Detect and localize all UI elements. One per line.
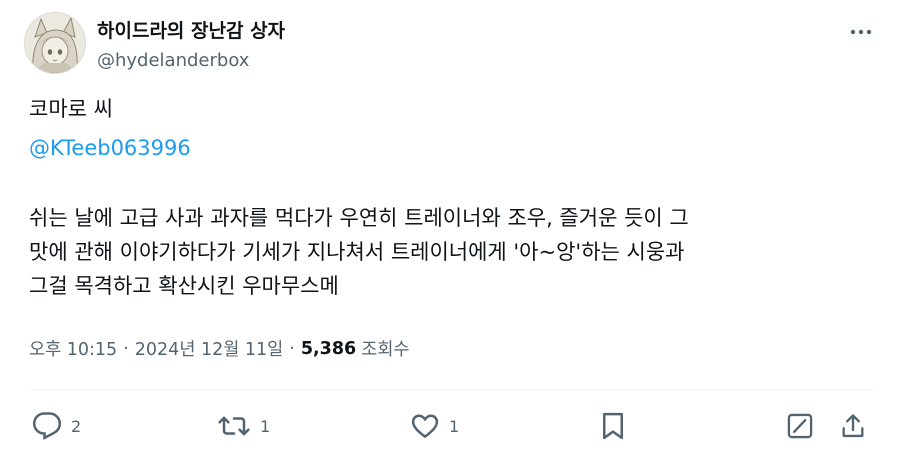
grok-button[interactable] xyxy=(786,406,814,446)
display-name[interactable]: 하이드라의 장난감 상자 xyxy=(97,16,285,43)
tweet-body-line: 맛에 관해 이야기하다가 기세가 지나쳐서 트레이너에게 '아~앙'하는 시웅과 xyxy=(29,240,685,264)
tweet-header: 하이드라의 장난감 상자 @hydelanderbox xyxy=(24,12,874,76)
tweet-text-first-line: 코마로 씨 xyxy=(29,97,113,121)
more-options-button[interactable] xyxy=(848,22,874,42)
like-button[interactable]: 1 xyxy=(410,406,459,446)
reply-icon xyxy=(32,412,62,440)
separator-dot: · xyxy=(289,338,295,359)
retweet-count: 1 xyxy=(260,416,271,436)
grok-icon xyxy=(787,413,813,439)
action-bar: 2 1 1 xyxy=(0,406,897,446)
divider xyxy=(28,389,874,390)
tweet-metadata: 오후 10:15 · 2024년 12월 11일 · 5,386 조회수 xyxy=(29,336,410,361)
share-icon xyxy=(842,414,864,438)
retweet-icon xyxy=(218,416,250,436)
avatar-image xyxy=(25,13,85,73)
tweet-body-line: 쉬는 날에 고급 사과 과자를 먹다가 우연히 트레이너와 조우, 즐거운 듯이… xyxy=(29,206,689,230)
bookmark-button[interactable] xyxy=(599,406,627,446)
like-count: 1 xyxy=(449,416,460,436)
reply-count: 2 xyxy=(71,416,82,436)
retweet-button[interactable]: 1 xyxy=(217,406,270,446)
mention-link[interactable]: @KTeeb063996 xyxy=(29,131,879,165)
views-count: 5,386 xyxy=(300,338,357,359)
tweet-time[interactable]: 오후 10:15 xyxy=(29,336,117,361)
share-button[interactable] xyxy=(839,406,867,446)
tweet-body: 쉬는 날에 고급 사과 과자를 먹다가 우연히 트레이너와 조우, 즐거운 듯이… xyxy=(29,201,879,303)
avatar[interactable] xyxy=(24,12,86,74)
tweet-body-line: 그걸 목격하고 확산시킨 우마무스메 xyxy=(29,274,339,298)
more-dots-icon xyxy=(850,29,872,35)
heart-icon xyxy=(411,414,439,438)
reply-button[interactable]: 2 xyxy=(32,406,81,446)
views-label: 조회수 xyxy=(361,340,410,360)
separator-dot: · xyxy=(123,338,129,359)
tweet-date[interactable]: 2024년 12월 11일 xyxy=(135,336,284,361)
bookmark-icon xyxy=(603,412,623,440)
user-handle[interactable]: @hydelanderbox xyxy=(97,50,249,71)
